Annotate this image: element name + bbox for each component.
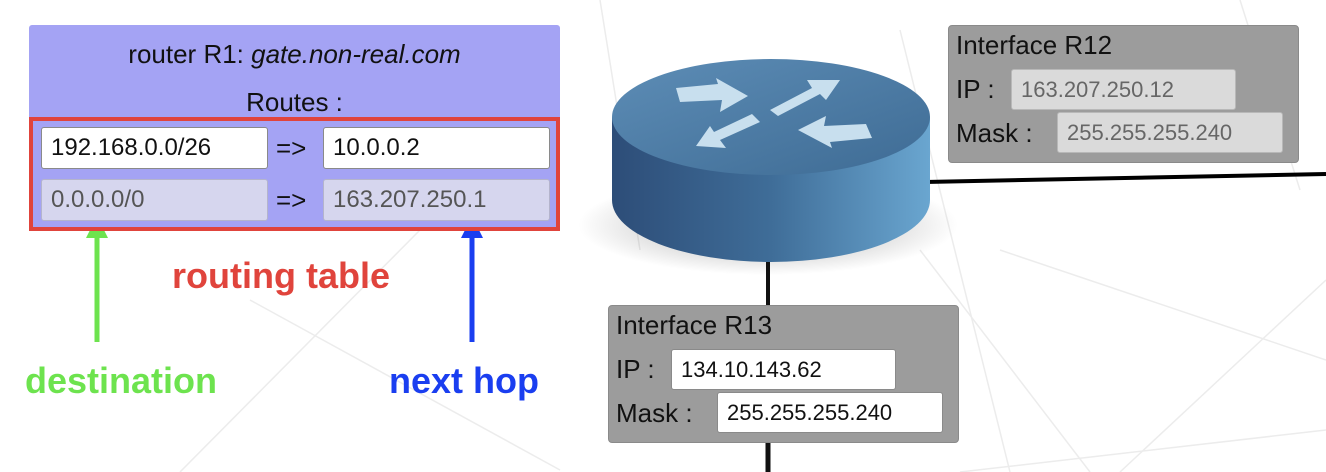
routing-table: 192.168.0.0/26 => 10.0.0.2 0.0.0.0/0 => … [29, 117, 560, 231]
interface-mask-input[interactable]: 255.255.255.240 [717, 392, 943, 433]
interface-ip-input[interactable]: 134.10.143.62 [671, 349, 896, 390]
mask-label: Mask : [616, 398, 693, 428]
route-arrow: => [276, 185, 307, 215]
route-next-hop-field: 163.207.250.1 [323, 179, 550, 221]
routes-label: Routes : [246, 87, 343, 117]
interface-r12-panel: Interface R12 IP : 163.207.250.12 Mask :… [948, 25, 1299, 163]
interface-mask-field: 255.255.255.240 [1057, 112, 1283, 153]
router-hostname: gate.non-real.com [251, 39, 461, 69]
route-destination-input[interactable]: 192.168.0.0/26 [41, 127, 268, 169]
destination-label: destination [25, 360, 218, 401]
routing-table-label: routing table [172, 255, 390, 296]
router-panel: router R1: gate.non-real.com Routes : 19… [29, 25, 560, 231]
router-icon [578, 59, 958, 275]
interface-r13-panel: Interface R13 IP : 134.10.143.62 Mask : … [608, 305, 959, 443]
route-arrow: => [276, 133, 307, 163]
router-title-prefix: router R1: [128, 39, 252, 69]
interface-title: Interface R13 [616, 310, 773, 340]
link-r12 [924, 172, 1326, 184]
mask-label: Mask : [956, 118, 1033, 148]
route-destination-field: 0.0.0.0/0 [41, 179, 268, 221]
interface-ip-field: 163.207.250.12 [1011, 69, 1236, 110]
interface-title: Interface R12 [956, 30, 1113, 60]
ip-label: IP : [956, 74, 995, 104]
destination-arrow-icon [86, 216, 108, 342]
next-hop-label: next hop [389, 360, 539, 401]
route-next-hop-input[interactable]: 10.0.0.2 [323, 127, 550, 169]
next-hop-arrow-icon [461, 216, 483, 342]
router-title: router R1: gate.non-real.com [29, 39, 560, 70]
ip-label: IP : [616, 354, 655, 384]
